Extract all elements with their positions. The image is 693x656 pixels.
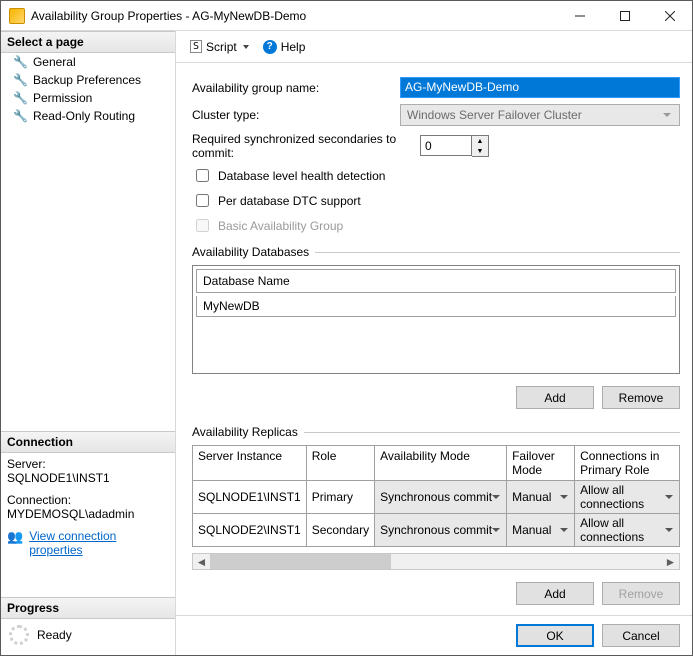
table-row[interactable]: SQLNODE2\INST1 Secondary Synchronous com…	[193, 514, 680, 547]
cell-server: SQLNODE2\INST1	[193, 514, 307, 547]
table-row[interactable]: MyNewDB	[196, 296, 676, 317]
replicas-add-button[interactable]: Add	[516, 582, 594, 605]
connection-info: Server: SQLNODE1\INST1 Connection: MYDEM…	[1, 453, 175, 561]
horizontal-scrollbar[interactable]: ◄ ►	[192, 553, 680, 570]
col-failover: Failover Mode	[507, 446, 575, 481]
replicas-group-label: Availability Replicas	[192, 425, 298, 439]
cell-conn-dropdown[interactable]: Allow all connections	[575, 514, 680, 547]
sidebar-item-label: General	[33, 55, 76, 69]
replicas-grid[interactable]: Server Instance Role Availability Mode F…	[192, 445, 680, 547]
sidebar: Select a page 🔧 General 🔧 Backup Prefere…	[1, 31, 176, 655]
sidebar-item-label: Permission	[33, 91, 92, 105]
scroll-thumb[interactable]	[210, 554, 391, 569]
ok-button[interactable]: OK	[516, 624, 594, 647]
progress-status: Ready	[37, 628, 72, 642]
connection-header: Connection	[1, 431, 175, 453]
ag-name-input[interactable]: AG-MyNewDB-Demo	[400, 77, 680, 98]
select-page-header: Select a page	[1, 31, 175, 53]
help-icon: ?	[263, 40, 277, 54]
db-health-label: Database level health detection	[218, 169, 385, 183]
sidebar-item-label: Read-Only Routing	[33, 109, 135, 123]
server-label: Server:	[7, 457, 169, 471]
chevron-down-icon	[243, 45, 249, 49]
cell-failover-dropdown[interactable]: Manual	[507, 514, 575, 547]
req-sync-input[interactable]	[420, 135, 472, 156]
scroll-right-icon[interactable]: ►	[662, 554, 679, 569]
basic-ag-checkbox	[196, 219, 209, 232]
cell-conn-dropdown[interactable]: Allow all connections	[575, 481, 680, 514]
cell-role: Secondary	[306, 514, 374, 547]
ag-name-label: Availability group name:	[192, 81, 400, 95]
sidebar-item-label: Backup Preferences	[33, 73, 141, 87]
cluster-type-value: Windows Server Failover Cluster	[407, 108, 582, 122]
script-icon: S	[190, 40, 202, 53]
view-connection-properties-link[interactable]: View connection properties	[29, 529, 169, 557]
toolbar: S Script ? Help	[176, 31, 692, 63]
basic-ag-label: Basic Availability Group	[218, 219, 343, 233]
col-conn-primary: Connections in Primary Role	[575, 446, 680, 481]
databases-grid[interactable]: Database Name MyNewDB	[192, 265, 680, 374]
cell-role: Primary	[306, 481, 374, 514]
help-label: Help	[281, 40, 306, 54]
col-mode: Availability Mode	[375, 446, 507, 481]
spin-up-icon[interactable]: ▲	[472, 136, 488, 146]
main-panel: S Script ? Help Availability group name:…	[176, 31, 692, 655]
server-value: SQLNODE1\INST1	[7, 471, 169, 485]
progress-status-row: Ready	[1, 619, 175, 655]
table-row[interactable]: SQLNODE1\INST1 Primary Synchronous commi…	[193, 481, 680, 514]
col-server: Server Instance	[193, 446, 307, 481]
database-name-cell: MyNewDB	[203, 299, 260, 313]
cell-server: SQLNODE1\INST1	[193, 481, 307, 514]
connection-label: Connection:	[7, 493, 169, 507]
sidebar-item-permission[interactable]: 🔧 Permission	[1, 89, 175, 107]
cell-failover-dropdown[interactable]: Manual	[507, 481, 575, 514]
connection-value: MYDEMOSQL\adadmin	[7, 507, 169, 521]
sidebar-item-general[interactable]: 🔧 General	[1, 53, 175, 71]
cluster-type-label: Cluster type:	[192, 108, 400, 122]
progress-spinner-icon	[9, 625, 29, 645]
connection-icon: 👥	[7, 529, 23, 545]
cell-mode-dropdown[interactable]: Synchronous commit	[375, 514, 507, 547]
databases-remove-button[interactable]: Remove	[602, 386, 680, 409]
cancel-button[interactable]: Cancel	[602, 624, 680, 647]
wrench-icon: 🔧	[13, 109, 28, 123]
cell-mode-dropdown[interactable]: Synchronous commit	[375, 481, 507, 514]
sidebar-item-readonly-routing[interactable]: 🔧 Read-Only Routing	[1, 107, 175, 125]
app-icon	[9, 8, 25, 24]
spin-down-icon[interactable]: ▼	[472, 146, 488, 156]
databases-group-label: Availability Databases	[192, 245, 309, 259]
wrench-icon: 🔧	[13, 55, 28, 69]
divider	[304, 432, 680, 433]
databases-add-button[interactable]: Add	[516, 386, 594, 409]
script-label: Script	[206, 40, 237, 54]
replicas-remove-button: Remove	[602, 582, 680, 605]
titlebar: Availability Group Properties - AG-MyNew…	[1, 1, 692, 31]
script-button[interactable]: S Script	[186, 38, 253, 56]
wrench-icon: 🔧	[13, 73, 28, 87]
dialog-footer: OK Cancel	[176, 615, 692, 655]
wrench-icon: 🔧	[13, 91, 28, 105]
per-db-dtc-label: Per database DTC support	[218, 194, 361, 208]
req-sync-label: Required synchronized secondaries to com…	[192, 132, 420, 160]
close-button[interactable]	[647, 1, 692, 30]
cluster-type-combo: Windows Server Failover Cluster	[400, 104, 680, 126]
col-role: Role	[306, 446, 374, 481]
req-sync-spinner[interactable]: ▲ ▼	[420, 135, 489, 157]
db-health-checkbox[interactable]	[196, 169, 209, 182]
progress-header: Progress	[1, 597, 175, 619]
databases-col-name: Database Name	[196, 269, 676, 293]
window-title: Availability Group Properties - AG-MyNew…	[31, 9, 557, 23]
help-button[interactable]: ? Help	[259, 38, 310, 56]
maximize-button[interactable]	[602, 1, 647, 30]
scroll-left-icon[interactable]: ◄	[193, 554, 210, 569]
minimize-button[interactable]	[557, 1, 602, 30]
divider	[315, 252, 680, 253]
per-db-dtc-checkbox[interactable]	[196, 194, 209, 207]
dialog-window: Availability Group Properties - AG-MyNew…	[0, 0, 693, 656]
sidebar-item-backup[interactable]: 🔧 Backup Preferences	[1, 71, 175, 89]
